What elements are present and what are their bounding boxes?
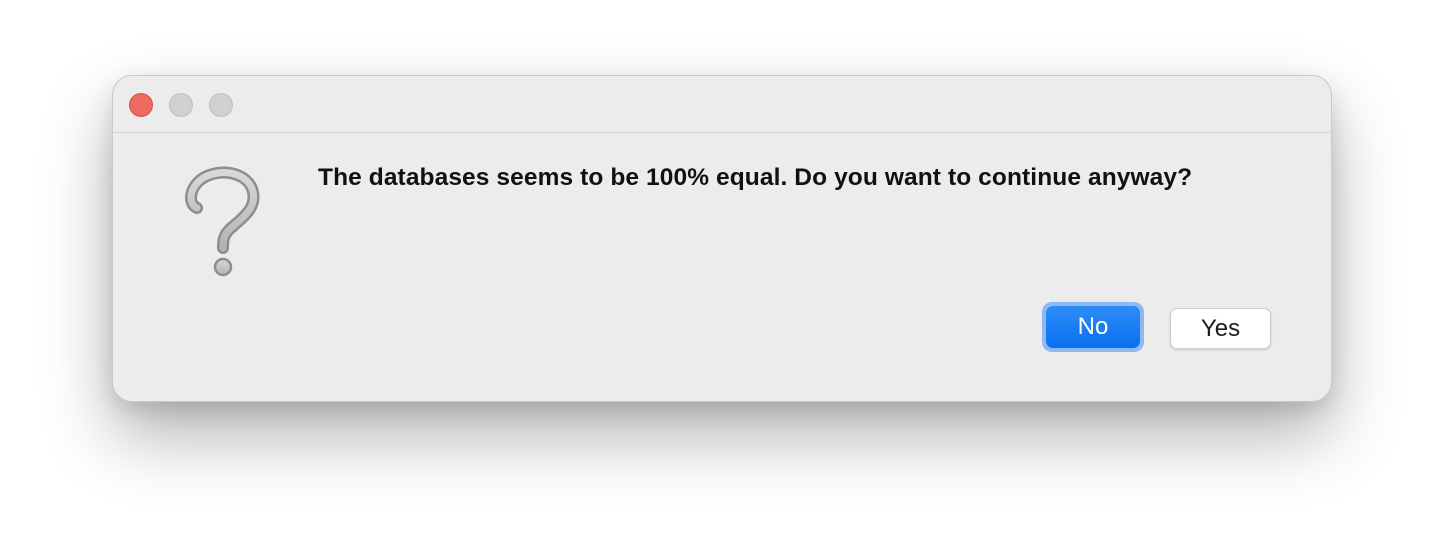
question-mark-icon: [185, 166, 260, 277]
yes-button[interactable]: Yes: [1170, 308, 1271, 349]
dialog-message: The databases seems to be 100% equal. Do…: [318, 164, 1193, 191]
minimize-window-button[interactable]: [169, 93, 193, 117]
zoom-window-button[interactable]: [209, 93, 233, 117]
no-button-label: No: [1046, 306, 1140, 348]
title-bar: [113, 76, 1331, 133]
close-window-button[interactable]: [129, 93, 153, 117]
no-button[interactable]: No: [1042, 302, 1144, 352]
alert-dialog-window: The databases seems to be 100% equal. Do…: [112, 75, 1332, 402]
